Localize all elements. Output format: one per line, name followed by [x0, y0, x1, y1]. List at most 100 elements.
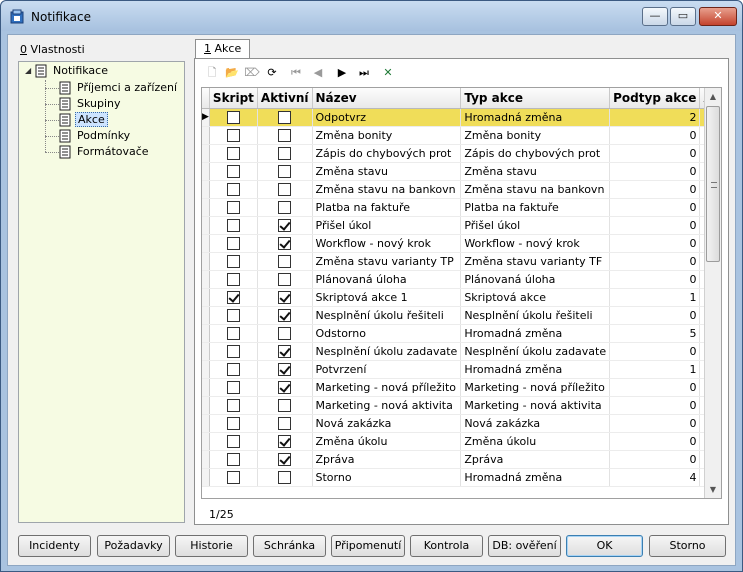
next-record-icon[interactable]: ▶	[333, 65, 351, 81]
table-row[interactable]: Platba na faktuře Platba na faktuře 0	[202, 198, 721, 217]
skript-checkbox[interactable]	[226, 128, 240, 142]
table-row[interactable]: Marketing - nová aktivita Marketing - nov…	[202, 396, 721, 415]
table-row[interactable]: Změna stavu na bankovn Změna stavu na ban…	[202, 180, 721, 199]
schranka-button[interactable]: Schránka	[253, 535, 326, 557]
tab-akce[interactable]: 1 Akce	[195, 39, 251, 59]
table-row[interactable]: ▶ Odpotvrz Hromadná změna 2	[202, 108, 721, 127]
table-row[interactable]: Odstorno Hromadná změna 5	[202, 324, 721, 343]
aktivni-checkbox[interactable]	[278, 254, 292, 268]
skript-checkbox[interactable]	[226, 236, 240, 250]
skript-checkbox[interactable]	[226, 308, 240, 322]
skript-checkbox[interactable]	[226, 182, 240, 196]
skript-checkbox[interactable]	[226, 362, 240, 376]
tree-item-skupiny[interactable]: Skupiny	[59, 96, 123, 112]
skript-checkbox[interactable]	[226, 416, 240, 430]
new-record-icon[interactable]: 🗋	[203, 65, 221, 81]
table-row[interactable]: Zápis do chybových prot Zápis do chybovýc…	[202, 144, 721, 163]
table-row[interactable]: Přišel úkol Přišel úkol 0	[202, 216, 721, 235]
tab-vlastnosti[interactable]: 0 Vlastnosti	[14, 41, 91, 61]
scrollbar-thumb[interactable]	[706, 106, 720, 262]
row-indicator[interactable]	[202, 468, 210, 487]
aktivni-checkbox[interactable]	[278, 308, 292, 322]
open-folder-icon[interactable]: 📂	[223, 65, 241, 81]
aktivni-checkbox[interactable]	[278, 218, 292, 232]
aktivni-checkbox[interactable]	[278, 128, 292, 142]
column-header-skript[interactable]: Skript	[209, 88, 258, 109]
row-indicator[interactable]	[202, 162, 210, 181]
aktivni-checkbox[interactable]	[278, 398, 292, 412]
table-row[interactable]: Nová zakázka Nová zakázka 0	[202, 414, 721, 433]
table-row[interactable]: Storno Hromadná změna 4	[202, 468, 721, 487]
excel-export-icon[interactable]: ✕	[379, 65, 397, 81]
row-indicator[interactable]	[202, 288, 210, 307]
aktivni-checkbox[interactable]	[278, 146, 292, 160]
row-indicator[interactable]	[202, 306, 210, 325]
db-overeni-button[interactable]: DB: ověření	[488, 535, 561, 557]
row-indicator[interactable]	[202, 342, 210, 361]
skript-checkbox[interactable]	[226, 470, 240, 484]
table-row[interactable]: Nesplnění úkolu zadavate Nesplnění úkolu …	[202, 342, 721, 361]
table-row[interactable]: Plánovaná úloha Plánovaná úloha 0	[202, 270, 721, 289]
aktivni-checkbox[interactable]	[278, 452, 292, 466]
skript-checkbox[interactable]	[226, 344, 240, 358]
tree-collapse-icon[interactable]: ◢	[25, 66, 31, 75]
skript-checkbox[interactable]	[226, 398, 240, 412]
aktivni-checkbox[interactable]	[278, 470, 292, 484]
aktivni-checkbox[interactable]	[278, 434, 292, 448]
skript-checkbox[interactable]	[226, 290, 240, 304]
row-indicator[interactable]	[202, 360, 210, 379]
akce-grid[interactable]: Skript Aktivní Název Typ akce Podtyp akc…	[201, 87, 722, 499]
table-row[interactable]: Změna stavu varianty TP Změna stavu varia…	[202, 252, 721, 271]
pripomenuti-button[interactable]: Připomenutí	[331, 535, 405, 557]
previous-record-icon[interactable]: ◀	[309, 65, 327, 81]
tree-item-formatovace[interactable]: Formátovače	[59, 144, 151, 160]
aktivni-checkbox[interactable]	[278, 416, 292, 430]
tree-item-root[interactable]: Notifikace	[35, 63, 110, 79]
row-indicator[interactable]	[202, 198, 210, 217]
row-indicator[interactable]	[202, 216, 210, 235]
aktivni-checkbox[interactable]	[278, 362, 292, 376]
scroll-up-icon[interactable]: ▲	[705, 88, 721, 105]
storno-button[interactable]: Storno	[649, 535, 726, 557]
row-indicator[interactable]	[202, 180, 210, 199]
skript-checkbox[interactable]	[226, 200, 240, 214]
maximize-button[interactable]: ▭	[670, 7, 696, 26]
table-row[interactable]: Zpráva Zpráva 0	[202, 450, 721, 469]
column-header-typ-akce[interactable]: Typ akce	[460, 88, 611, 109]
row-indicator[interactable]	[202, 396, 210, 415]
row-indicator[interactable]	[202, 126, 210, 145]
skript-checkbox[interactable]	[226, 272, 240, 286]
skript-checkbox[interactable]	[226, 146, 240, 160]
aktivni-checkbox[interactable]	[278, 236, 292, 250]
row-indicator[interactable]	[202, 144, 210, 163]
column-header-podtyp-akce[interactable]: Podtyp akce	[609, 88, 701, 109]
aktivni-checkbox[interactable]	[278, 164, 292, 178]
table-row[interactable]: Skriptová akce 1 Skriptová akce 1	[202, 288, 721, 307]
close-button[interactable]: ✕	[699, 7, 737, 26]
aktivni-checkbox[interactable]	[278, 182, 292, 196]
skript-checkbox[interactable]	[226, 434, 240, 448]
skript-checkbox[interactable]	[226, 110, 240, 124]
column-header-nazev[interactable]: Název	[312, 88, 462, 109]
historie-button[interactable]: Historie	[175, 535, 248, 557]
table-row[interactable]: Nesplnění úkolu řešiteli Nesplnění úkolu …	[202, 306, 721, 325]
refresh-icon[interactable]: ⟳	[263, 65, 281, 81]
table-row[interactable]: Potvrzení Hromadná změna 1	[202, 360, 721, 379]
skript-checkbox[interactable]	[226, 164, 240, 178]
row-indicator[interactable]: ▶	[202, 108, 210, 127]
skript-checkbox[interactable]	[226, 452, 240, 466]
minimize-button[interactable]: —	[642, 7, 668, 26]
aktivni-checkbox[interactable]	[278, 344, 292, 358]
incidenty-button[interactable]: Incidenty	[18, 535, 91, 557]
aktivni-checkbox[interactable]	[278, 200, 292, 214]
kontrola-button[interactable]: Kontrola	[410, 535, 483, 557]
row-indicator[interactable]	[202, 378, 210, 397]
row-indicator[interactable]	[202, 270, 210, 289]
table-row[interactable]: Změna bonity Změna bonity 0	[202, 126, 721, 145]
column-header-aktivni[interactable]: Aktivní	[257, 88, 313, 109]
vertical-scrollbar[interactable]: ▲ ▼	[704, 88, 721, 498]
table-row[interactable]: Změna stavu Změna stavu 0	[202, 162, 721, 181]
pozadavky-button[interactable]: Požadavky	[97, 535, 170, 557]
properties-tree[interactable]: ◢ Notifikace Příjemci a zařízení Skupiny…	[18, 61, 185, 523]
skript-checkbox[interactable]	[226, 254, 240, 268]
